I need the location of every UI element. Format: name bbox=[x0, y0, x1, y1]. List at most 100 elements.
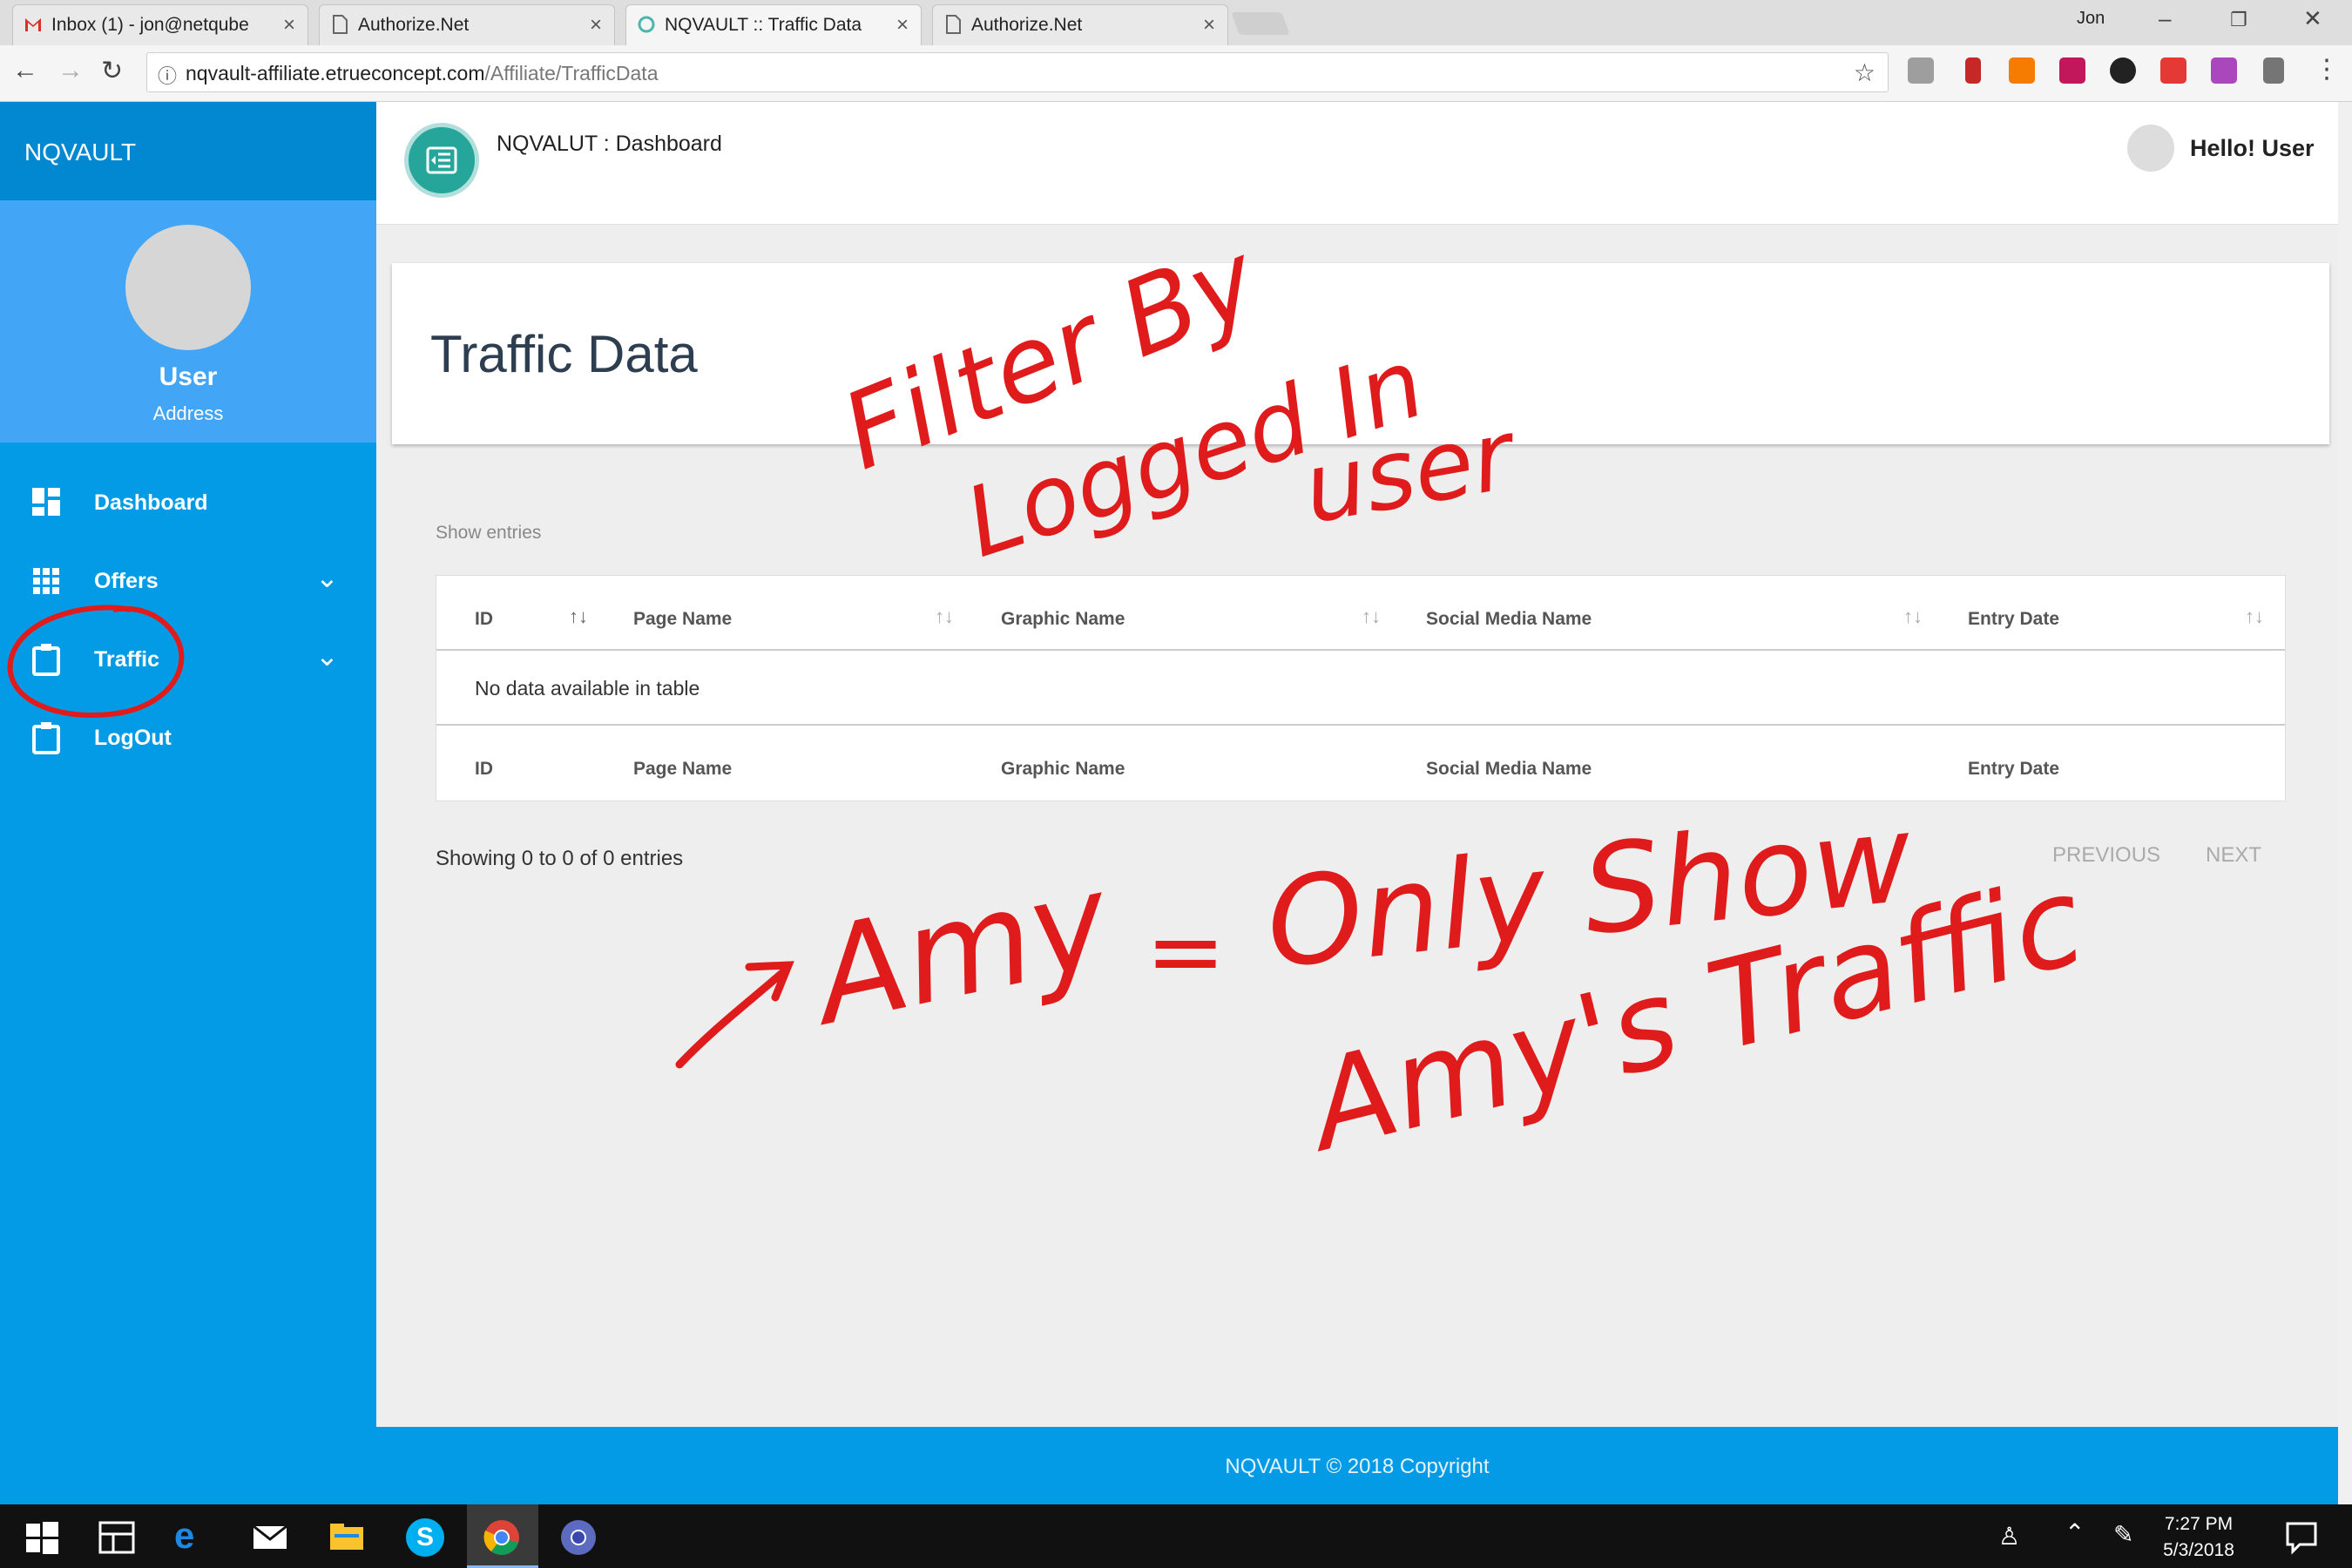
restore-icon[interactable]: ❐ bbox=[2230, 9, 2247, 31]
sidebar-item-offers[interactable]: Offers ⌄ bbox=[0, 551, 376, 612]
menu-collapse-icon bbox=[426, 146, 457, 174]
tab-title: Authorize.Net bbox=[971, 15, 1083, 35]
metamask-icon[interactable] bbox=[2009, 57, 2035, 84]
sidebar-item-label: Offers bbox=[94, 569, 159, 593]
profile-name[interactable]: Jon bbox=[2077, 9, 2105, 29]
pen-icon[interactable]: ✎ bbox=[2113, 1520, 2133, 1549]
avatar bbox=[125, 225, 251, 350]
column-header-entry-date[interactable]: Entry Date bbox=[1968, 609, 2059, 630]
column-header-page-name[interactable]: Page Name bbox=[633, 609, 732, 630]
sidebar-item-logout[interactable]: LogOut bbox=[0, 707, 376, 768]
tab-authorize-2[interactable]: Authorize.Net × bbox=[932, 4, 1228, 45]
gmail-icon bbox=[25, 18, 41, 31]
user-address: Address bbox=[152, 402, 224, 424]
arrow-mark bbox=[675, 961, 794, 1069]
clock-time: 7:27 PM bbox=[2164, 1514, 2234, 1534]
user-name: User bbox=[159, 362, 218, 391]
sort-icon[interactable]: ↑↓ bbox=[569, 605, 588, 628]
chevron-down-icon[interactable]: ⌄ bbox=[315, 561, 339, 594]
minimize-icon[interactable]: – bbox=[2159, 5, 2171, 32]
chevron-down-icon[interactable]: ⌄ bbox=[315, 639, 339, 672]
chevron-up-icon[interactable]: ⌃ bbox=[2065, 1518, 2085, 1547]
sort-icon[interactable]: ↑↓ bbox=[1362, 605, 1381, 628]
empty-table-message: No data available in table bbox=[475, 677, 700, 700]
page-footer: NQVAULT © 2018 Copyright bbox=[376, 1427, 2338, 1504]
table-divider bbox=[436, 649, 2285, 651]
copyright-text: NQVAULT © 2018 Copyright bbox=[1225, 1455, 1490, 1478]
close-tab-icon[interactable]: × bbox=[1203, 13, 1215, 37]
pocket-icon[interactable] bbox=[2059, 57, 2085, 84]
edge-icon[interactable]: e bbox=[174, 1515, 213, 1556]
sort-icon[interactable]: ↑↓ bbox=[935, 605, 954, 628]
url-path: /Affiliate/TrafficData bbox=[484, 62, 659, 84]
mail-icon[interactable] bbox=[251, 1518, 289, 1557]
note-amys-traffic: Amy's Traffic bbox=[1290, 850, 2097, 1180]
eyedropper-icon[interactable] bbox=[2263, 57, 2284, 84]
windows-start-icon[interactable] bbox=[23, 1518, 61, 1557]
column-header-social-media-name[interactable]: Social Media Name bbox=[1426, 609, 1592, 630]
tab-authorize-1[interactable]: Authorize.Net × bbox=[319, 4, 615, 45]
column-footer-page-name: Page Name bbox=[633, 759, 733, 779]
address-bar-row: ← → ↻ ⓘ nqvault-affiliate.etrueconcept.c… bbox=[0, 45, 2352, 102]
previous-page-button[interactable]: PREVIOUS bbox=[2052, 843, 2160, 868]
grid-icon bbox=[33, 568, 59, 594]
traffic-table: ID ↑↓ Page Name ↑↓ Graphic Name ↑↓ Socia… bbox=[436, 575, 2286, 801]
browser-menu-icon[interactable]: ⋮ bbox=[2314, 54, 2340, 84]
color-extension-icon[interactable] bbox=[2211, 57, 2237, 84]
tab-title: NQVAULT :: Traffic Data bbox=[665, 15, 862, 35]
sort-icon[interactable]: ↑↓ bbox=[1903, 605, 1923, 628]
chrome-icon[interactable] bbox=[483, 1518, 521, 1557]
column-header-graphic-name[interactable]: Graphic Name bbox=[1001, 609, 1125, 630]
page-icon bbox=[333, 15, 348, 34]
close-tab-icon[interactable]: × bbox=[896, 13, 909, 37]
camera-icon[interactable] bbox=[1908, 57, 1934, 84]
lens-icon[interactable] bbox=[2110, 57, 2136, 84]
scrollbar[interactable] bbox=[2338, 102, 2352, 1504]
table-info: Showing 0 to 0 of 0 entries bbox=[436, 847, 684, 870]
sidebar-item-dashboard[interactable]: Dashboard bbox=[0, 472, 376, 533]
sidebar-item-label: Traffic bbox=[94, 647, 160, 672]
page-title: Traffic Data bbox=[430, 325, 698, 383]
bookmark-star-icon[interactable]: ☆ bbox=[1854, 58, 1876, 87]
note-only-show: Only Show bbox=[1260, 787, 1919, 997]
column-header-id[interactable]: ID bbox=[475, 609, 493, 630]
next-page-button[interactable]: NEXT bbox=[2206, 843, 2261, 868]
file-explorer-icon[interactable] bbox=[328, 1518, 366, 1557]
close-tab-icon[interactable]: × bbox=[283, 13, 295, 37]
back-icon[interactable]: ← bbox=[12, 56, 38, 85]
chrome-canary-icon[interactable] bbox=[559, 1518, 598, 1557]
sort-icon[interactable]: ↑↓ bbox=[2245, 605, 2264, 628]
header-avatar[interactable] bbox=[2127, 125, 2174, 172]
system-clock[interactable]: 7:27 PM 5/3/2018 bbox=[2146, 1511, 2251, 1564]
site-icon bbox=[638, 16, 655, 33]
sidebar-item-label: LogOut bbox=[94, 726, 172, 750]
url-host: nqvault-affiliate.etrueconcept.com bbox=[186, 62, 485, 84]
clock-date: 5/3/2018 bbox=[2163, 1540, 2234, 1560]
extension-badge-icon[interactable] bbox=[2160, 57, 2186, 84]
dashboard-icon bbox=[32, 488, 60, 516]
skype-icon[interactable]: S bbox=[406, 1518, 444, 1557]
url-input[interactable]: ⓘ nqvault-affiliate.etrueconcept.com/Aff… bbox=[146, 52, 1889, 92]
tab-nqvault[interactable]: NQVAULT :: Traffic Data × bbox=[625, 4, 922, 45]
info-icon[interactable]: ⓘ bbox=[158, 61, 177, 89]
microphone-icon[interactable] bbox=[1965, 57, 1981, 84]
page-icon bbox=[946, 15, 961, 34]
reload-icon[interactable]: ↻ bbox=[101, 56, 123, 86]
sidebar-item-traffic[interactable]: Traffic ⌄ bbox=[0, 629, 376, 690]
top-header: NQVALUT : Dashboard Hello! User bbox=[376, 102, 2352, 225]
task-view-icon[interactable] bbox=[98, 1518, 136, 1557]
greeting-text[interactable]: Hello! User bbox=[2190, 135, 2315, 162]
close-window-icon[interactable]: ✕ bbox=[2303, 5, 2322, 32]
sidebar: NQVAULT User Address Dashboard Offers ⌄ … bbox=[0, 102, 376, 1504]
people-icon[interactable]: ♙ bbox=[1998, 1522, 2020, 1551]
brand-logo-text[interactable]: NQVAULT bbox=[24, 139, 136, 166]
notifications-icon[interactable] bbox=[2282, 1518, 2321, 1557]
column-footer-entry-date: Entry Date bbox=[1968, 759, 2060, 779]
forward-icon[interactable]: → bbox=[57, 56, 84, 85]
menu-toggle-button[interactable] bbox=[404, 123, 479, 198]
new-tab-button[interactable] bbox=[1231, 12, 1290, 35]
breadcrumb: NQVALUT : Dashboard bbox=[497, 132, 722, 156]
tab-title: Authorize.Net bbox=[358, 15, 470, 35]
tab-gmail[interactable]: Inbox (1) - jon@netqube × bbox=[12, 4, 308, 45]
close-tab-icon[interactable]: × bbox=[590, 13, 602, 37]
